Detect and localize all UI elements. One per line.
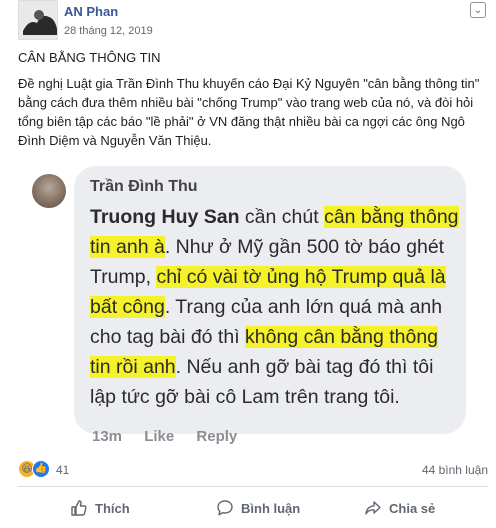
like-reaction-icon: 👍 [32,460,50,478]
reaction-icons[interactable]: 😆 👍 [18,460,54,478]
post-header: AN Phan 28 tháng 12, 2019 ⌄ [18,0,488,46]
comment-actions: 13m Like Reply [92,428,255,445]
comment-text-part: cần chút [239,206,325,228]
avatar-image [19,1,57,39]
options-chevron-icon[interactable]: ⌄ [470,2,486,18]
commenter-name: Trần Đình Thu [90,178,198,195]
post-stats: 😆 👍 41 44 bình luận [18,458,488,480]
like-label: Thích [95,500,130,516]
thumbs-up-icon [71,500,87,516]
comment-reply-label: Reply [196,428,238,445]
divider [18,486,488,487]
post-body: Đề nghị Luật gia Trần Đình Thu khuyến cá… [18,76,480,148]
comment-label: Bình luận [241,500,301,516]
share-button[interactable]: Chia sẻ [364,492,435,524]
share-label: Chia sẻ [389,500,436,516]
comment-count[interactable]: 44 bình luận [422,463,488,477]
author-name[interactable]: AN Phan [64,4,118,19]
post-date[interactable]: 28 tháng 12, 2019 [64,25,153,37]
post-title: CÂN BẰNG THÔNG TIN [18,50,161,65]
reaction-count[interactable]: 41 [56,463,69,477]
tagged-name: Truong Huy San [90,206,240,228]
post-actions: Thích Bình luận Chia sẻ [18,492,488,524]
comment-icon [217,500,233,516]
author-avatar[interactable] [18,0,58,40]
share-icon [365,501,381,515]
comment-button[interactable]: Bình luận [216,492,300,524]
commenter-avatar [32,174,66,208]
comment-like-label: Like [144,428,175,445]
comment-text: Truong Huy San cần chút cân bằng thông t… [90,202,462,412]
comment-bubble: Trần Đình Thu Truong Huy San cần chút câ… [74,166,466,434]
comment-time: 13m [92,428,123,445]
like-button[interactable]: Thích [70,492,130,524]
embedded-comment-screenshot[interactable]: Trần Đình Thu Truong Huy San cần chút câ… [18,162,488,454]
